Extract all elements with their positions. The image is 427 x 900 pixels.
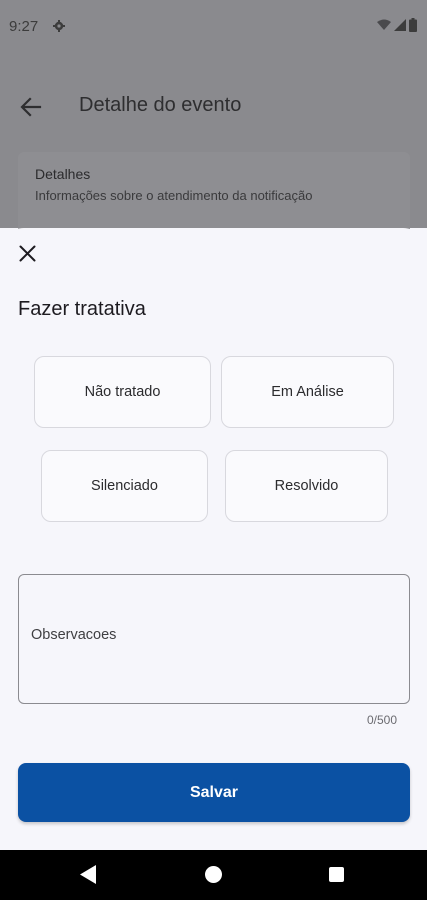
nav-recents-icon[interactable]: [329, 867, 344, 882]
signal-icon: [394, 19, 406, 31]
bottom-sheet: Fazer tratativa Não tratado Em Análise S…: [0, 228, 427, 850]
option-label: Silenciado: [91, 478, 158, 494]
sheet-title: Fazer tratativa: [18, 298, 146, 320]
option-silenciado[interactable]: Silenciado: [41, 450, 208, 522]
character-counter: 0/500: [366, 713, 397, 727]
close-button[interactable]: [14, 240, 40, 266]
details-card-subtitle: Informações sobre o atendimento da notif…: [35, 188, 313, 203]
option-label: Em Análise: [271, 384, 344, 400]
observations-field[interactable]: [18, 574, 410, 704]
gear-icon: [53, 20, 65, 32]
option-nao-tratado[interactable]: Não tratado: [34, 356, 211, 428]
save-button-label: Salvar: [189, 783, 239, 801]
details-card-title: Detalhes: [35, 166, 91, 182]
wifi-icon: [377, 19, 391, 30]
close-icon: [19, 245, 35, 261]
system-nav-bar: [0, 850, 427, 900]
option-label: Resolvido: [274, 478, 339, 494]
option-label: Não tratado: [84, 384, 161, 400]
option-em-analise[interactable]: Em Análise: [221, 356, 394, 428]
nav-home-icon[interactable]: [205, 866, 222, 883]
status-icons: [377, 18, 417, 32]
app-bar: Detalhe do evento Detalhes Informações s…: [0, 56, 427, 242]
nav-back-icon[interactable]: [80, 865, 97, 884]
option-resolvido[interactable]: Resolvido: [225, 450, 388, 522]
save-button[interactable]: Salvar: [18, 763, 410, 822]
battery-icon: [409, 18, 417, 32]
observations-input[interactable]: [31, 627, 399, 687]
status-time: 9:27: [9, 18, 39, 35]
page-title: Detalhe do evento: [79, 94, 242, 116]
status-bar: 9:27: [0, 0, 427, 56]
back-arrow-icon[interactable]: [20, 96, 42, 118]
